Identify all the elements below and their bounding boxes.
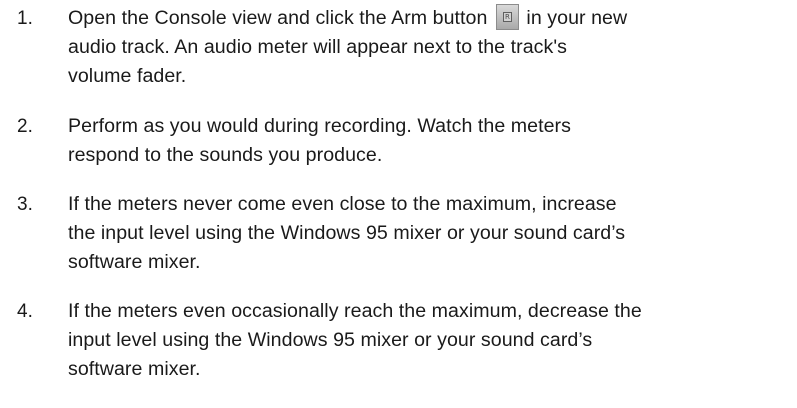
step-line: input level using the Windows 95 mixer o… [68, 329, 593, 351]
step-line: If the meters never come even close to t… [68, 193, 617, 215]
step-number: 1. [17, 8, 33, 29]
step-number: 4. [17, 301, 33, 322]
step-line: respond to the sounds you produce. [68, 144, 383, 166]
arm-button-icon: R [495, 4, 519, 30]
step-line: the input level using the Windows 95 mix… [68, 222, 626, 244]
step-line: volume fader. [68, 65, 187, 87]
instruction-steps: 1. Open the Console view and click the A… [0, 0, 797, 408]
step-line-segment: Open the Console view and click the Arm … [68, 7, 493, 29]
step-text: If the meters even occasionally reach th… [68, 297, 794, 384]
step-line: software mixer. [68, 358, 201, 380]
step-line: audio track. An audio meter will appear … [68, 36, 567, 58]
step-text: Perform as you would during recording. W… [68, 112, 794, 170]
arm-icon-glyph: R [502, 12, 512, 22]
step-line: software mixer. [68, 251, 201, 273]
step-number: 2. [17, 116, 33, 137]
step-line: Perform as you would during recording. W… [68, 115, 571, 137]
step-line-segment: in your new [520, 7, 628, 29]
step-text: If the meters never come even close to t… [68, 190, 794, 277]
step-line: Open the Console view and click the Arm … [68, 4, 794, 33]
step-line: If the meters even occasionally reach th… [68, 300, 642, 322]
step-text: Open the Console view and click the Arm … [68, 4, 794, 91]
step-number: 3. [17, 194, 33, 215]
